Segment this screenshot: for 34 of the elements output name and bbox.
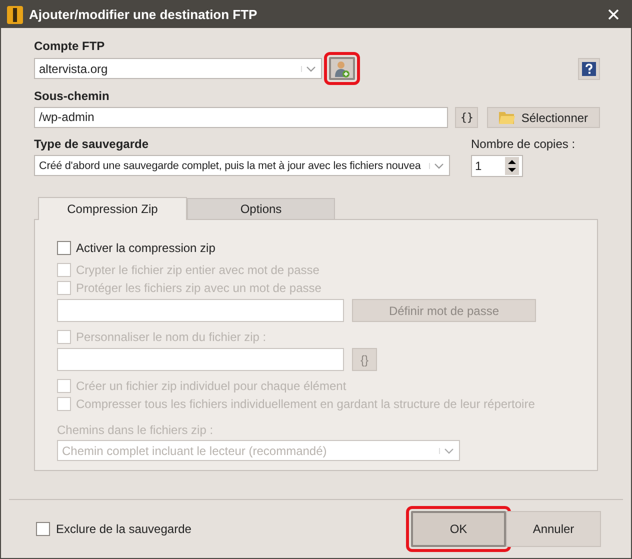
cancel-button[interactable]: Annuler: [506, 511, 601, 547]
chevron-icon: [301, 66, 316, 72]
field-label: Sous-chemin: [34, 89, 110, 103]
field-label: Nombre de copies :: [471, 137, 576, 151]
user-add-icon: [334, 60, 350, 78]
spinner-arrows-icon: [505, 157, 519, 175]
folder-icon: [499, 111, 516, 124]
account-dropdown[interactable]: altervista.org: [34, 58, 322, 79]
help-icon: [582, 62, 596, 76]
select-button[interactable]: Sélectionner: [487, 107, 600, 128]
tab[interactable]: Compression Zip: [38, 197, 187, 220]
field-label: Chemins dans le fichiers zip :: [57, 423, 214, 437]
checkbox[interactable]: [57, 241, 71, 255]
backup-type-dropdown[interactable]: Créé d'abord une sauvegarde complet, puis la met à jour avec les fichiers nouvea: [34, 155, 450, 176]
window-title: Ajouter/modifier une destination FTP: [29, 7, 258, 22]
help-button[interactable]: [578, 58, 600, 80]
variables-button[interactable]: {}: [455, 107, 478, 128]
subpath-field[interactable]: /wp-admin: [34, 107, 448, 128]
field-label: Type de sauvegarde: [34, 137, 150, 151]
checkbox[interactable]: [36, 522, 50, 536]
checkbox-label: Compresser tous les fichiers individuellement en gardant la structure de leur répertoire: [76, 397, 535, 411]
checkbox-label: Exclure de la sauvegarde: [56, 522, 192, 536]
chevron-icon: [429, 162, 444, 168]
copies-spinner[interactable]: 1: [471, 155, 523, 177]
tab[interactable]: Options: [187, 198, 335, 219]
checkbox-label: Protéger les fichiers zip avec un mot de passe: [76, 281, 322, 295]
checkbox-label: Personnaliser le nom du fichier zip :: [76, 330, 266, 344]
checkbox-label: Crypter le fichier zip entier avec mot de passe: [76, 263, 320, 277]
checkbox-label: Créer un fichier zip individuel pour chaque élément: [76, 379, 346, 393]
field-label: Compte FTP: [34, 39, 106, 53]
app-icon: [7, 6, 23, 24]
checkbox-label: Activer la compression zip: [76, 241, 216, 255]
chevron-icon: [439, 448, 454, 454]
close-icon[interactable]: [608, 9, 619, 20]
